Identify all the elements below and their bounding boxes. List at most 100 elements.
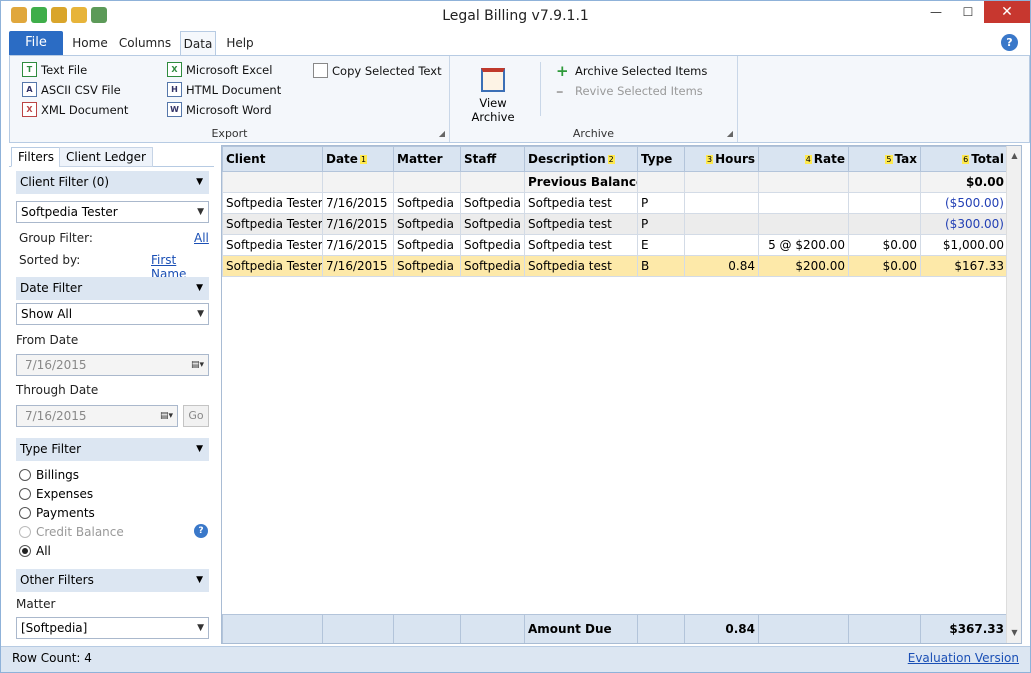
table-cell: Softpedia Tester	[222, 192, 323, 214]
radio-all[interactable]: All	[19, 544, 51, 558]
export-text-file-button[interactable]: T Text File	[22, 62, 87, 77]
table-cell: Softpedia Tester	[222, 213, 323, 235]
chevron-down-icon: ▼	[197, 309, 204, 319]
column-header[interactable]: 5 Tax	[848, 146, 921, 172]
maximize-button[interactable]: ☐	[952, 1, 984, 23]
vertical-scrollbar[interactable]: ▲ ▼	[1006, 146, 1021, 643]
column-header[interactable]: Description 2	[524, 146, 638, 172]
export-excel-button[interactable]: X Microsoft Excel	[167, 62, 272, 77]
calendar-icon: ▤▾	[190, 360, 204, 370]
column-header[interactable]: Client	[222, 146, 323, 172]
matter-select[interactable]: [Softpedia] ▼	[16, 617, 209, 639]
chevron-down-icon: ▼	[197, 623, 204, 633]
table-cell: 7/16/2015	[322, 255, 394, 277]
column-header[interactable]: 4 Rate	[758, 146, 849, 172]
table-cell: E	[637, 234, 685, 256]
header-row: Client Date 1 Matter Staff Description 2 T…	[222, 146, 1008, 172]
app-window: Legal Billing v7.9.1.1 — ☐ ✕ File Home C…	[0, 0, 1031, 673]
scroll-down-icon[interactable]: ▼	[1007, 625, 1021, 641]
minimize-button[interactable]: —	[920, 1, 952, 23]
export-ascii-csv-button[interactable]: A ASCII CSV File	[22, 82, 121, 97]
archive-icon	[481, 68, 505, 92]
date-filter-header[interactable]: Date Filter ▼	[16, 277, 209, 300]
html-file-icon: H	[167, 82, 182, 97]
table-row[interactable]: Softpedia Tester 7/16/2015 Softpedia Softpe…	[222, 213, 1008, 235]
archive-group-label: Archive	[572, 127, 615, 140]
column-header[interactable]: 6 Total	[920, 146, 1008, 172]
other-filters-header[interactable]: Other Filters ▼	[16, 569, 209, 592]
previous-balance-row[interactable]: Previous Balance $0.00	[222, 171, 1008, 193]
table-cell: $0.00	[848, 234, 921, 256]
text-file-icon: T	[22, 62, 37, 77]
column-header[interactable]: Staff	[460, 146, 525, 172]
type-filter-header[interactable]: Type Filter ▼	[16, 438, 209, 461]
radio-expenses[interactable]: Expenses	[19, 487, 93, 501]
grid-footer: Amount Due 0.84 $367.33	[222, 614, 1008, 643]
evaluation-version-link[interactable]: Evaluation Version	[908, 651, 1019, 665]
table-cell: ($300.00)	[920, 213, 1008, 235]
export-group-label: Export	[211, 127, 248, 140]
amount-due-row: Amount Due 0.84 $367.33	[222, 614, 1008, 643]
dialog-launcher-icon[interactable]: ◢	[727, 129, 733, 138]
copy-selected-text-button[interactable]: Copy Selected Text	[313, 63, 442, 78]
table-cell: Softpedia Tester	[222, 234, 323, 256]
close-button[interactable]: ✕	[984, 1, 1030, 23]
table-cell: Softpedia test	[524, 255, 638, 277]
archive-selected-items-button[interactable]: + Archive Selected Items	[556, 62, 707, 80]
from-date-picker[interactable]: 7/16/2015 ▤▾	[16, 354, 209, 376]
table-cell: ($500.00)	[920, 192, 1008, 214]
title-bar: Legal Billing v7.9.1.1 — ☐ ✕	[1, 1, 1030, 31]
calendar-icon: ▤▾	[159, 411, 173, 421]
table-cell: Softpedia test	[524, 213, 638, 235]
table-cell	[758, 213, 849, 235]
client-filter-header[interactable]: Client Filter (0) ▼	[16, 171, 209, 194]
table-cell: Softpedia	[460, 213, 525, 235]
go-button[interactable]: Go	[183, 405, 209, 427]
table-row[interactable]: Softpedia Tester 7/16/2015 Softpedia Softpe…	[222, 192, 1008, 214]
tab-columns[interactable]: Columns	[117, 31, 173, 55]
export-xml-button[interactable]: X XML Document	[22, 102, 128, 117]
date-filter-select[interactable]: Show All ▼	[16, 303, 209, 325]
tab-client-ledger[interactable]: Client Ledger	[59, 147, 153, 167]
table-cell: Softpedia	[393, 234, 461, 256]
table-cell: Softpedia	[460, 255, 525, 277]
column-header[interactable]: 3 Hours	[684, 146, 759, 172]
table-cell	[848, 213, 921, 235]
column-header[interactable]: Matter	[393, 146, 461, 172]
revive-selected-items-button[interactable]: – Revive Selected Items	[556, 82, 703, 100]
billing-grid: Client Date 1 Matter Staff Description 2 T…	[221, 145, 1022, 644]
table-cell: B	[637, 255, 685, 277]
tab-filters[interactable]: Filters	[11, 147, 61, 167]
table-row[interactable]: Softpedia Tester 7/16/2015 Softpedia Softpe…	[222, 234, 1008, 256]
export-word-button[interactable]: W Microsoft Word	[167, 102, 272, 117]
help-icon[interactable]: ?	[194, 524, 208, 538]
tab-help[interactable]: Help	[223, 31, 257, 55]
tab-home[interactable]: Home	[69, 31, 111, 55]
tab-file[interactable]: File	[9, 31, 63, 55]
scroll-up-icon[interactable]: ▲	[1007, 148, 1021, 164]
xml-file-icon: X	[22, 102, 37, 117]
through-date-picker[interactable]: 7/16/2015 ▤▾	[16, 405, 178, 427]
view-archive-button[interactable]: View Archive	[458, 68, 528, 124]
status-bar: Row Count: 4 Evaluation Version	[1, 646, 1030, 672]
table-cell: Softpedia	[393, 255, 461, 277]
radio-payments[interactable]: Payments	[19, 506, 95, 520]
dialog-launcher-icon[interactable]: ◢	[439, 129, 445, 138]
ribbon-panel: T Text File A ASCII CSV File X XML Document…	[9, 55, 1030, 143]
group-filter-link[interactable]: All	[194, 231, 209, 245]
table-cell: Softpedia	[393, 213, 461, 235]
table-cell: $167.33	[920, 255, 1008, 277]
help-icon[interactable]: ?	[1001, 34, 1018, 51]
client-select[interactable]: Softpedia Tester ▼	[16, 201, 209, 223]
radio-billings[interactable]: Billings	[19, 468, 79, 482]
tab-data[interactable]: Data	[180, 31, 216, 55]
export-html-button[interactable]: H HTML Document	[167, 82, 281, 97]
table-cell: Softpedia	[460, 192, 525, 214]
radio-credit-balance[interactable]: Credit Balance	[19, 525, 124, 539]
column-header[interactable]: Date 1	[322, 146, 394, 172]
csv-file-icon: A	[22, 82, 37, 97]
column-header[interactable]: Type	[637, 146, 685, 172]
export-group: T Text File A ASCII CSV File X XML Document…	[10, 56, 450, 142]
ribbon-tabs: File Home Columns Data Help ?	[1, 31, 1030, 55]
table-row[interactable]: Softpedia Tester 7/16/2015 Softpedia Softpe…	[222, 255, 1008, 277]
